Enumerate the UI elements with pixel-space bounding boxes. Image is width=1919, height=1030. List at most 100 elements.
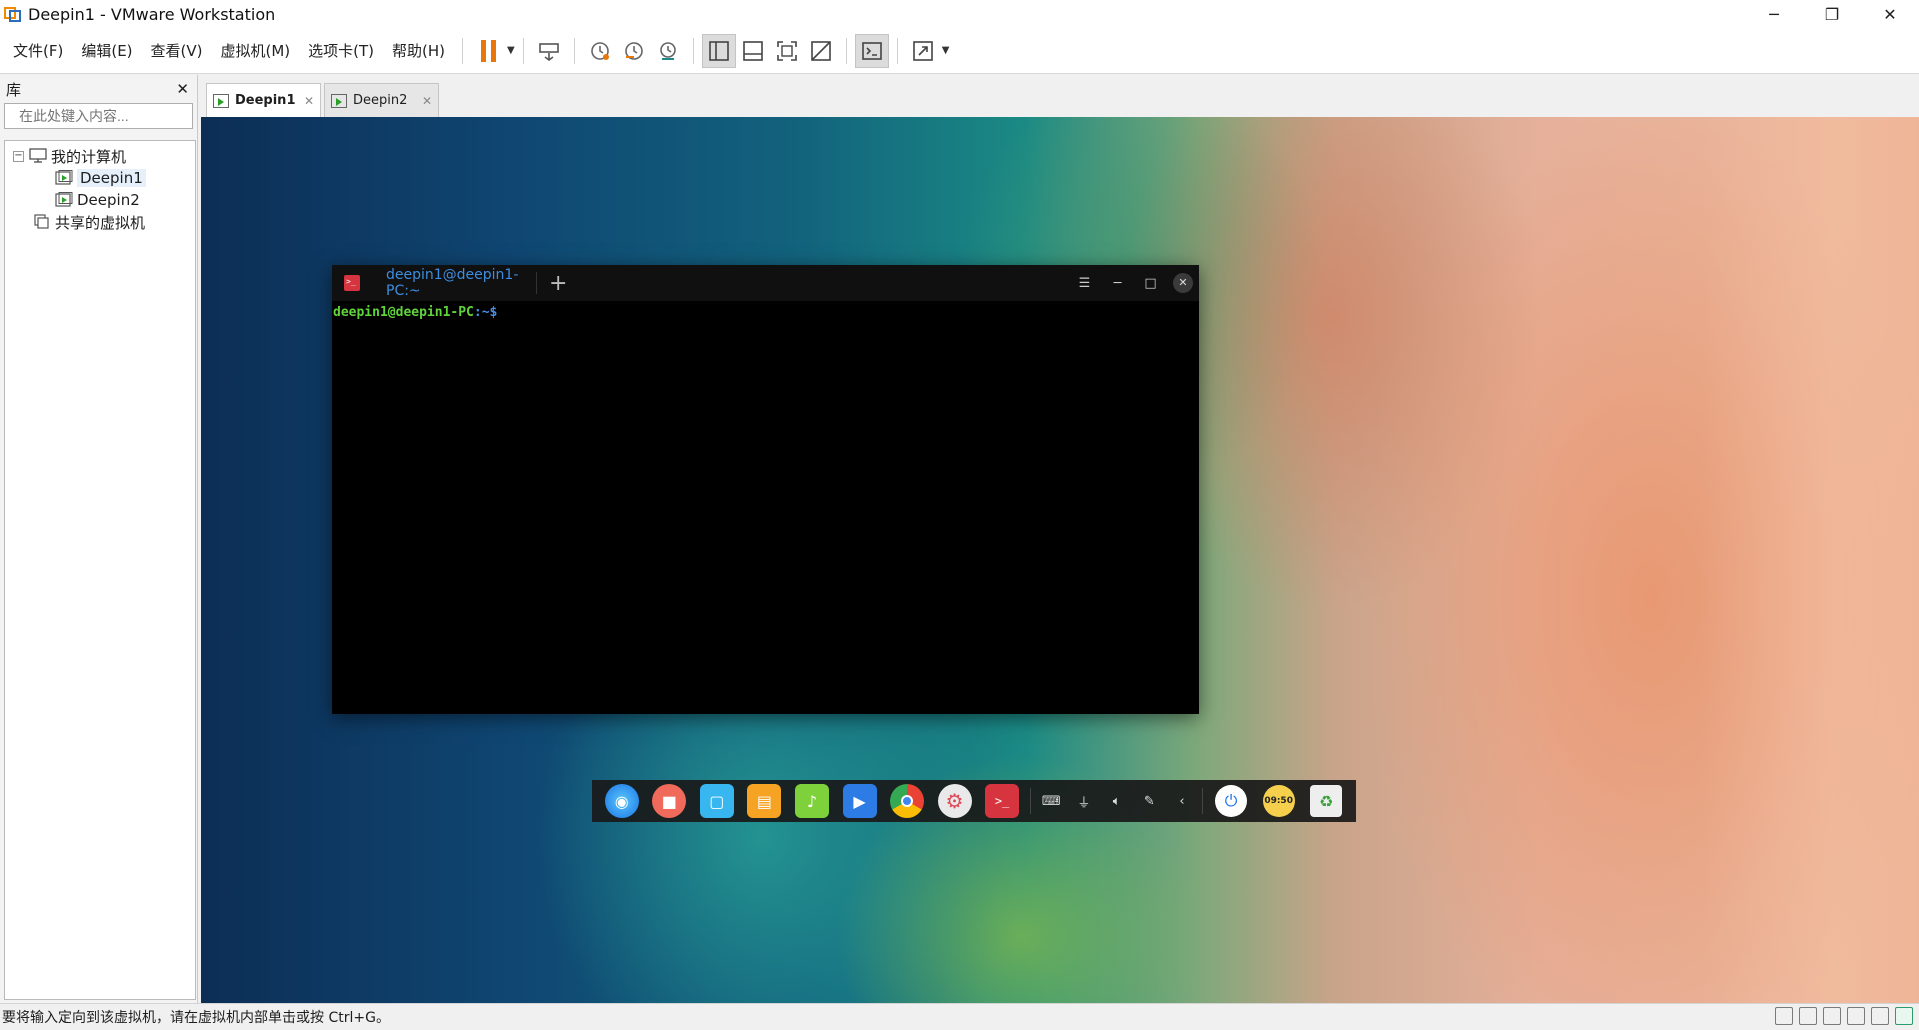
minimize-button[interactable]: ─ [1745, 0, 1803, 28]
menu-tabs[interactable]: 选项卡(T) [299, 40, 383, 61]
launcher-icon: ◉ [604, 784, 639, 818]
status-message: 要将输入定向到该虚拟机，请在虚拟机内部单击或按 Ctrl+G。 [2, 1010, 390, 1026]
take-snapshot-button[interactable] [583, 34, 617, 68]
terminal-icon: >_ [985, 784, 1020, 818]
tree-label: Deepin1 [77, 169, 146, 187]
tree-vm-deepin2[interactable]: Deepin2 [5, 189, 195, 211]
tree-label: Deepin2 [77, 191, 140, 209]
dock-clock[interactable]: 09:50 [1255, 785, 1303, 817]
console-view-icon [861, 41, 882, 60]
vm-display[interactable]: >_ deepin1@deepin1-PC:~ + ☰ ─ □ ✕ deepin… [201, 117, 1919, 1003]
pause-dropdown-icon[interactable]: ▼ [507, 45, 515, 56]
dock-launcher[interactable]: ◉ [598, 780, 646, 822]
collapse-icon[interactable]: ‹ [1166, 794, 1199, 809]
usb-icon[interactable]: ⏚ [1068, 792, 1101, 811]
pause-icon [480, 39, 496, 62]
send-ctrl-alt-del-button[interactable] [532, 34, 566, 68]
dock-video[interactable]: ▶ [836, 780, 884, 822]
snapshot-manager-button[interactable] [651, 34, 685, 68]
send-ctrl-alt-del-icon [538, 42, 559, 61]
tab-deepin1[interactable]: Deepin1 ✕ [206, 83, 321, 117]
menu-help[interactable]: 帮助(H) [383, 40, 454, 61]
terminal-tab[interactable]: deepin1@deepin1-PC:~ [386, 267, 536, 299]
unity-button[interactable] [804, 34, 838, 68]
trash-icon: ♻ [1310, 785, 1343, 817]
terminal-close-button[interactable]: ✕ [1173, 273, 1193, 293]
clock-widget: 09:50 [1262, 785, 1295, 817]
sound-card-icon[interactable] [1871, 1007, 1889, 1025]
terminal-title-bar: >_ deepin1@deepin1-PC:~ + ☰ ─ □ ✕ [332, 265, 1199, 301]
keyboard-icon[interactable]: ⌨ [1035, 794, 1068, 809]
menu-file[interactable]: 文件(F) [0, 40, 72, 61]
library-panel: 库 ✕ ▼ − 我的计算机 Deepin1 Deepin2 [0, 75, 209, 1003]
terminal-window[interactable]: >_ deepin1@deepin1-PC:~ + ☰ ─ □ ✕ deepin… [332, 265, 1199, 714]
shared-vms-icon [33, 214, 51, 230]
tree-label: 我的计算机 [51, 147, 127, 166]
full-screen-icon [776, 40, 797, 61]
pause-button[interactable] [471, 34, 505, 68]
dock-file-manager[interactable]: ▤ [741, 780, 789, 822]
menu-view[interactable]: 查看(V) [142, 40, 212, 61]
stretch-guest-button[interactable] [906, 34, 940, 68]
cd-dvd-icon[interactable] [1799, 1007, 1817, 1025]
video-icon: ▶ [842, 784, 877, 818]
library-tree: − 我的计算机 Deepin1 Deepin2 共享的虚拟机 [4, 140, 196, 1000]
tab-close-icon[interactable]: ✕ [422, 94, 432, 108]
tree-my-computer[interactable]: − 我的计算机 [5, 145, 195, 167]
terminal-icon: >_ [344, 275, 360, 291]
terminal-maximize-button[interactable]: □ [1134, 276, 1167, 291]
vm-tab-icon [331, 93, 347, 108]
prompt-path: :~$ [473, 305, 498, 320]
vm-running-icon [55, 170, 73, 186]
music-icon: ♪ [794, 784, 829, 818]
menu-vm[interactable]: 虚拟机(M) [212, 40, 300, 61]
restore-button[interactable]: ❐ [1803, 0, 1861, 28]
status-bar: 要将输入定向到该虚拟机，请在虚拟机内部单击或按 Ctrl+G。 [0, 1003, 1919, 1030]
revert-snapshot-icon [624, 41, 643, 60]
pen-icon[interactable]: ✎ [1133, 794, 1166, 809]
full-screen-button[interactable] [770, 34, 804, 68]
dock-shutdown[interactable]: ⏻ [1207, 785, 1255, 817]
prompt-user: deepin1@deepin1-PC [333, 305, 474, 320]
show-library-button[interactable] [701, 33, 736, 68]
vm-running-icon [55, 192, 73, 208]
dock-chrome[interactable] [883, 780, 931, 822]
console-view-button[interactable] [854, 33, 889, 68]
add-tab-button[interactable]: + [549, 271, 567, 296]
dock-screen-recorder[interactable]: ■ [646, 780, 694, 822]
printer-icon[interactable] [1847, 1007, 1865, 1025]
terminal-menu-button[interactable]: ☰ [1068, 276, 1101, 291]
stretch-dropdown-icon[interactable]: ▼ [942, 45, 950, 56]
menu-edit[interactable]: 编辑(E) [72, 40, 141, 61]
dock-app-store[interactable]: ▢ [693, 780, 741, 822]
message-log-icon[interactable] [1895, 1007, 1913, 1025]
app-store-icon: ▢ [699, 784, 734, 818]
tab-deepin2[interactable]: Deepin2 ✕ [324, 83, 439, 117]
library-close-button[interactable]: ✕ [176, 80, 189, 98]
computer-icon [29, 148, 47, 164]
vmware-app-icon [4, 5, 22, 23]
dock-terminal[interactable]: >_ [978, 780, 1026, 822]
network-adapter-icon[interactable] [1823, 1007, 1841, 1025]
library-search: ▼ [4, 103, 209, 129]
collapse-icon[interactable]: − [13, 150, 24, 162]
tree-shared-vms[interactable]: 共享的虚拟机 [5, 211, 195, 233]
close-button[interactable]: ✕ [1861, 0, 1919, 28]
library-search-input[interactable] [19, 108, 200, 124]
dock-settings[interactable]: ⚙ [931, 780, 979, 822]
tab-close-icon[interactable]: ✕ [304, 94, 314, 108]
tree-vm-deepin1[interactable]: Deepin1 [5, 167, 195, 189]
vm-tab-icon [213, 93, 229, 108]
terminal-minimize-button[interactable]: ─ [1101, 276, 1134, 291]
snapshot-icon [590, 41, 609, 60]
thumbnail-bar-icon [742, 40, 763, 61]
terminal-prompt[interactable]: deepin1@deepin1-PC:~$ [332, 301, 1199, 324]
show-library-icon [708, 40, 729, 61]
revert-snapshot-button[interactable] [617, 34, 651, 68]
hard-disk-icon[interactable] [1775, 1007, 1793, 1025]
dock-music[interactable]: ♪ [788, 780, 836, 822]
thumbnail-bar-button[interactable] [736, 34, 770, 68]
wallpaper-detail [1701, 117, 1919, 1003]
dock-trash[interactable]: ♻ [1302, 785, 1350, 817]
volume-icon[interactable]: 🔈︎ [1100, 794, 1133, 809]
